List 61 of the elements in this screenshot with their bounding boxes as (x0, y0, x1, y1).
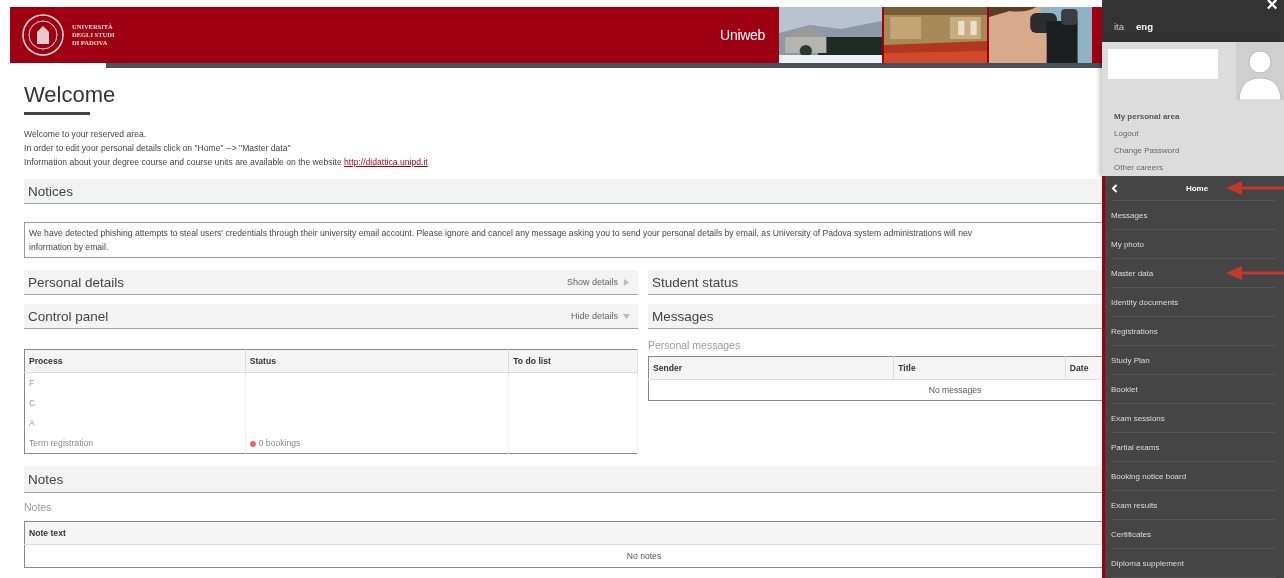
menu-item[interactable]: Study Plan (1111, 355, 1150, 365)
notice-text: information by email. (29, 241, 110, 254)
details-toggle[interactable]: Show details (566, 277, 630, 287)
table-cell: A (24, 413, 246, 433)
menu-item[interactable]: Booking notice board (1111, 471, 1187, 481)
website-link[interactable]: http://didattica.unipd.it (344, 157, 428, 167)
menu-item[interactable]: My photo (1111, 239, 1144, 249)
column-header: Note text (24, 521, 1102, 545)
subsection-title: Personal messages (648, 339, 742, 351)
menu-item[interactable]: Exam results (1111, 500, 1158, 510)
section-title: Notices (28, 183, 73, 199)
table-cell: F (24, 372, 246, 393)
column-header: Title (893, 356, 1066, 380)
annotation-arrow-icon (1226, 265, 1284, 281)
menu-title[interactable]: Home (1118, 183, 1276, 193)
section-title: Notes (28, 471, 64, 487)
section-title: Messages (652, 308, 714, 324)
welcome-text: In order to edit your personal details click on "Home" --> "Master data" (24, 142, 292, 155)
column-header: Process (24, 349, 246, 373)
annotation-arrow-icon (1226, 180, 1284, 196)
menu-item[interactable]: Exam sessions (1111, 413, 1165, 423)
menu-item[interactable]: Diploma supplement (1111, 558, 1184, 568)
notice-text: We have detected phishing attempts to steal users' credentials through their university email account. Please ignore and cancel any message asking you to send your personal details by email, as University of Padova system administrations will nev (29, 227, 973, 240)
section-title: Control panel (28, 308, 109, 324)
seal-icon (22, 14, 64, 56)
account-link[interactable]: Change Password (1114, 142, 1284, 159)
section-title: Student status (652, 274, 739, 290)
triangle-icon[interactable] (623, 278, 630, 286)
close-button[interactable]: × (1266, 0, 1278, 14)
column-header: Sender (648, 356, 894, 380)
panel-heading: My personal area (1114, 111, 1181, 123)
section-title: Personal details (28, 274, 125, 290)
table-cell: 0 bookings (258, 438, 301, 448)
column-header: Status (245, 349, 509, 373)
menu-item[interactable]: Messages (1111, 210, 1148, 220)
avatar-icon (1236, 42, 1284, 100)
empty-message: No notes (626, 551, 662, 561)
language-option[interactable]: ita (1114, 21, 1125, 32)
menu-item[interactable]: Master data (1111, 268, 1154, 278)
menu-item[interactable]: Certificates (1111, 529, 1151, 539)
menu-item[interactable]: Booklet (1111, 384, 1138, 394)
table-cell: Term registration (24, 433, 246, 454)
info-text: Information about your degree course and course units are available on the website (24, 157, 343, 167)
triangle-icon[interactable] (623, 312, 630, 320)
status-dot-icon (249, 440, 256, 447)
back-chevron-icon[interactable] (1111, 183, 1118, 193)
table-cell: C (24, 393, 246, 413)
menu-item[interactable]: Registrations (1111, 326, 1158, 336)
account-link[interactable]: Logout (1114, 125, 1284, 142)
column-header: Date (1065, 356, 1102, 380)
welcome-text: Welcome to your reserved area. (24, 128, 148, 141)
menu-item[interactable]: Partial exams (1111, 442, 1160, 452)
language-option[interactable]: eng (1136, 21, 1153, 32)
details-toggle[interactable]: Hide details (570, 311, 630, 321)
account-link[interactable]: Other careers (1114, 159, 1284, 176)
column-header: To do list (508, 349, 638, 373)
subsection-title: Notes (24, 501, 53, 513)
menu-item[interactable]: Identity documents (1111, 297, 1179, 307)
empty-message: No messages (928, 385, 982, 395)
app-name: Uniweb (720, 27, 765, 43)
page-title: Welcome (24, 82, 116, 108)
